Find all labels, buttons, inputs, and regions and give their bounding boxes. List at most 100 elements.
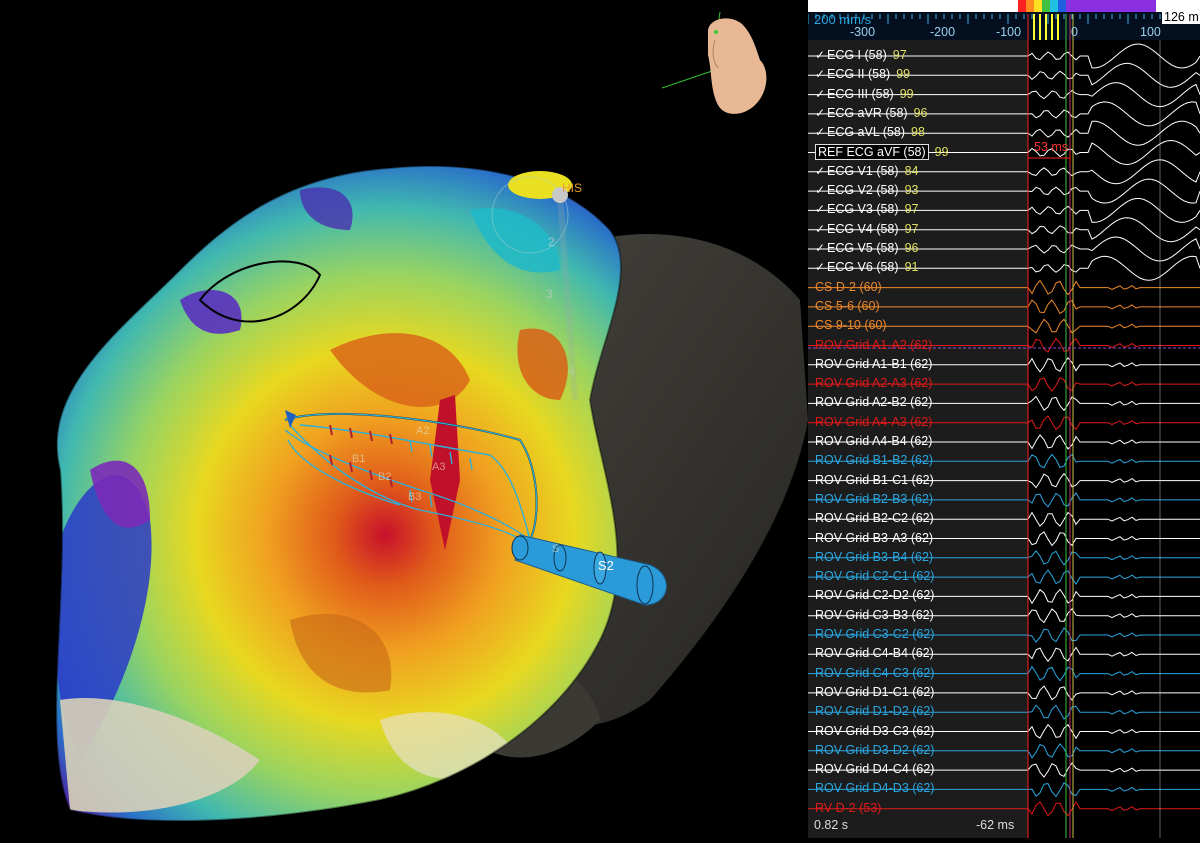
scale-label: -300	[850, 25, 876, 39]
channel-check-icon[interactable]: ✓	[815, 259, 827, 276]
channel-score: 98	[911, 125, 925, 140]
scale-label: 100	[1140, 25, 1161, 39]
channel-row[interactable]: ✓ ECG V3 (58) 97	[815, 201, 918, 218]
channel-row[interactable]: ROV Grid D4-C4 (62)	[815, 761, 934, 778]
channel-label: ECG aVR (58)	[827, 105, 908, 120]
channel-row[interactable]: ROV Grid A1-A2 (62)	[815, 337, 932, 354]
channel-row[interactable]: CS 5-6 (60)	[815, 298, 880, 315]
channel-check-icon[interactable]: ✓	[815, 47, 827, 64]
channel-row[interactable]: ROV Grid D4-D3 (62)	[815, 780, 934, 797]
channel-label: ROV Grid D1-C1 (62)	[815, 684, 935, 699]
channel-label: CS 5-6 (60)	[815, 298, 880, 313]
channel-label: RV D-2 (53)	[815, 800, 882, 815]
channel-check-icon[interactable]: ✓	[815, 66, 827, 83]
channel-score: 99	[896, 67, 911, 82]
channel-row[interactable]: ✓ ECG V2 (58) 93	[815, 182, 918, 199]
activation-map-3d-view[interactable]: HIS 2 3 4 B1 B2 B3 A2 A3 S2 S	[0, 0, 808, 838]
channel-check-icon[interactable]: ✓	[815, 240, 827, 257]
channel-check-icon[interactable]: ✓	[815, 124, 827, 141]
channel-score: 97	[904, 221, 919, 236]
channel-label: ROV Grid A2-A3 (62)	[815, 376, 933, 391]
channel-row[interactable]: ✓ ECG I (58) 97	[815, 47, 907, 64]
channel-row[interactable]: ROV Grid A4-A3 (62)	[815, 414, 932, 431]
channel-label: ROV Grid C3-B3 (62)	[815, 607, 934, 622]
channel-label: ROV Grid A1-A2 (62)	[815, 337, 933, 352]
channel-label: ROV Grid C3-C2 (62)	[815, 627, 935, 641]
channel-row[interactable]: ROV Grid C2-D2 (62)	[815, 587, 934, 604]
channel-row[interactable]: ROV Grid D1-D2 (62)	[815, 703, 934, 720]
channel-row[interactable]: ✓ ECG aVR (58) 96	[815, 105, 928, 122]
his-label: HIS	[562, 181, 582, 195]
channel-row[interactable]: ROV Grid A1-B1 (62)	[815, 356, 932, 373]
channel-label: ECG III (58)	[827, 86, 894, 101]
channel-row[interactable]: ROV Grid B1-C1 (62)	[815, 472, 934, 489]
channel-label: ECG V4 (58)	[827, 221, 899, 236]
channel-label: ROV Grid A4-B4 (62)	[815, 434, 933, 448]
channel-row[interactable]: CS 9-10 (60)	[815, 317, 887, 334]
channel-label: ROV Grid D1-D2 (62)	[815, 704, 935, 719]
channel-row[interactable]: ROV Grid D3-D2 (62)	[815, 742, 934, 759]
channel-label: ROV Grid B1-C1 (62)	[815, 472, 934, 487]
channel-row[interactable]: ROV Grid C3-B3 (62)	[815, 607, 934, 624]
channel-label: ECG V6 (58)	[827, 260, 899, 275]
channel-row[interactable]: ✓ ECG V5 (58) 96	[815, 240, 918, 257]
channel-row[interactable]: ROV Grid C4-C3 (62)	[815, 665, 934, 682]
svg-text:2: 2	[548, 235, 555, 249]
svg-text:A2: A2	[416, 425, 429, 437]
channel-check-icon[interactable]: ✓	[815, 163, 827, 180]
channel-check-icon[interactable]: ✓	[815, 105, 827, 122]
channel-row[interactable]: ✓ ECG V1 (58) 84	[815, 163, 918, 180]
map-canvas[interactable]: HIS 2 3 4 B1 B2 B3 A2 A3 S2 S	[0, 0, 808, 838]
svg-text:3: 3	[546, 287, 553, 301]
channel-label: ECG V3 (58)	[827, 202, 899, 217]
interval-label: 53 ms	[1034, 140, 1069, 154]
channel-row[interactable]: ROV Grid B2-B3 (62)	[815, 491, 933, 508]
channel-row[interactable]: ✓ ECG V4 (58) 97	[815, 221, 918, 238]
channel-row[interactable]: ✓ ECG V6 (58) 91	[815, 259, 918, 276]
channel-score: 96	[904, 241, 919, 255]
channel-row[interactable]: ✓ ECG aVL (58) 98	[815, 124, 925, 141]
channel-label: ROV Grid B1-B2 (62)	[815, 453, 934, 468]
channel-row[interactable]: ROV Grid A2-A3 (62)	[815, 375, 932, 392]
svg-text:B2: B2	[378, 471, 391, 483]
channel-check-icon[interactable]: ✓	[815, 201, 827, 218]
channel-row[interactable]: ROV Grid C3-C2 (62)	[815, 626, 934, 643]
body-orientation-icon[interactable]	[661, 11, 767, 114]
channel-row[interactable]: ROV Grid B1-B2 (62)	[815, 452, 933, 469]
channel-label: ROV Grid D4-C4 (62)	[815, 762, 935, 777]
channel-label: ROV Grid B2-C2 (62)	[815, 511, 934, 526]
svg-text:B3: B3	[408, 491, 421, 503]
channel-label: ROV Grid D3-D2 (62)	[815, 742, 935, 757]
channel-row[interactable]: ROV Grid B3-A3 (62)	[815, 530, 933, 547]
channel-row[interactable]: ROV Grid D3-C3 (62)	[815, 723, 934, 740]
channel-row[interactable]: ROV Grid D1-C1 (62)	[815, 684, 934, 701]
channel-label: ROV Grid B2-B3 (62)	[815, 491, 934, 506]
channel-row[interactable]: ROV Grid C2-C1 (62)	[815, 568, 934, 585]
svg-text:S: S	[552, 543, 559, 555]
channel-label: CS D-2 (60)	[815, 279, 882, 294]
channel-row[interactable]: ROV Grid A2-B2 (62)	[815, 394, 932, 411]
channel-score: 97	[904, 202, 919, 217]
channel-row[interactable]: REF ECG aVF (58) 99	[815, 143, 949, 161]
channel-row[interactable]: ROV Grid C4-B4 (62)	[815, 645, 934, 662]
channel-label: ROV Grid C4-B4 (62)	[815, 646, 934, 661]
channel-row[interactable]: CS D-2 (60)	[815, 279, 882, 296]
channel-score: 96	[913, 105, 928, 120]
channel-row[interactable]: ✓ ECG III (58) 99	[815, 86, 914, 103]
channel-row[interactable]: ROV Grid A4-B4 (62)	[815, 433, 932, 450]
channel-score: 97	[892, 48, 907, 62]
channel-check-icon[interactable]: ✓	[815, 182, 827, 199]
electrogram-panel[interactable]: 200 mm/s -300 -200 -100 0 100 126 m 53 m…	[808, 0, 1200, 838]
channel-score: 84	[904, 163, 919, 178]
channel-row[interactable]: ROV Grid B3-B4 (62)	[815, 549, 933, 566]
channel-check-icon[interactable]: ✓	[815, 221, 827, 238]
channel-label: ROV Grid C4-C3 (62)	[815, 665, 935, 680]
channel-row[interactable]: ✓ ECG II (58) 99	[815, 66, 910, 83]
svg-text:B1: B1	[352, 453, 365, 465]
channel-row[interactable]: RV D-2 (53)	[815, 800, 881, 817]
channel-label: ROV Grid B3-A3 (62)	[815, 530, 934, 545]
channel-check-icon[interactable]: ✓	[815, 86, 827, 103]
channel-label: ECG V1 (58)	[827, 163, 899, 178]
channel-row[interactable]: ROV Grid B2-C2 (62)	[815, 510, 934, 527]
scale-label: 0	[1071, 25, 1078, 39]
